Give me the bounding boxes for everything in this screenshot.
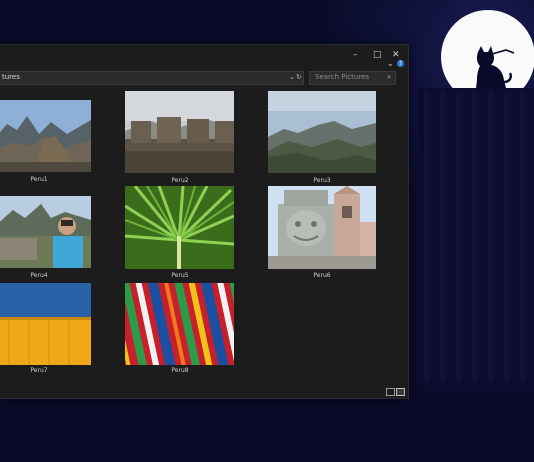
search-box[interactable]: Search Pictures ⌕ (309, 71, 396, 85)
large-icons-view-icon[interactable] (396, 388, 405, 396)
status-bar (0, 386, 408, 398)
file-thumbnail-peru6[interactable] (268, 186, 376, 269)
file-name-peru2[interactable]: Peru2 (145, 177, 215, 184)
file-explorer-window: – □ ✕ ⌄ ? tures ⌄ ↻ Search Pictures ⌕ Pe… (0, 44, 409, 399)
file-name-peru1[interactable]: Peru1 (4, 176, 74, 183)
maximize-button[interactable]: □ (373, 51, 382, 60)
address-path: tures (2, 73, 20, 81)
details-view-icon[interactable] (386, 388, 395, 396)
refresh-icon[interactable]: ↻ (296, 73, 302, 81)
file-name-peru6[interactable]: Peru6 (287, 272, 357, 279)
file-name-peru4[interactable]: Peru4 (4, 272, 74, 279)
file-thumbnail-peru4[interactable] (0, 196, 91, 268)
file-name-peru7[interactable]: Peru7 (4, 367, 74, 374)
file-thumbnail-peru5[interactable] (125, 186, 234, 269)
title-bar[interactable]: – □ ✕ ⌄ ? (0, 45, 408, 69)
file-thumbnail-peru3[interactable] (268, 91, 376, 173)
search-icon: ⌕ (387, 73, 391, 81)
cat-silhouette (476, 46, 515, 88)
minimize-button[interactable]: – (353, 51, 358, 60)
address-bar[interactable]: tures ⌄ ↻ (0, 71, 304, 85)
file-thumbnail-peru8[interactable] (125, 283, 234, 365)
file-thumbnail-peru2[interactable] (125, 91, 234, 173)
file-name-peru8[interactable]: Peru8 (145, 367, 215, 374)
help-icon[interactable]: ? (397, 60, 404, 67)
file-thumbnail-peru7[interactable] (0, 283, 91, 365)
address-dropdown-icon[interactable]: ⌄ (289, 73, 295, 81)
file-name-peru5[interactable]: Peru5 (145, 272, 215, 279)
fence-silhouette (418, 88, 534, 388)
search-placeholder: Search Pictures (315, 73, 369, 81)
file-name-peru3[interactable]: Peru3 (287, 177, 357, 184)
navigation-bar: tures ⌄ ↻ Search Pictures ⌕ (0, 71, 408, 85)
file-thumbnail-peru1[interactable] (0, 100, 91, 172)
ribbon-expand-button[interactable]: ⌄ (387, 60, 394, 68)
